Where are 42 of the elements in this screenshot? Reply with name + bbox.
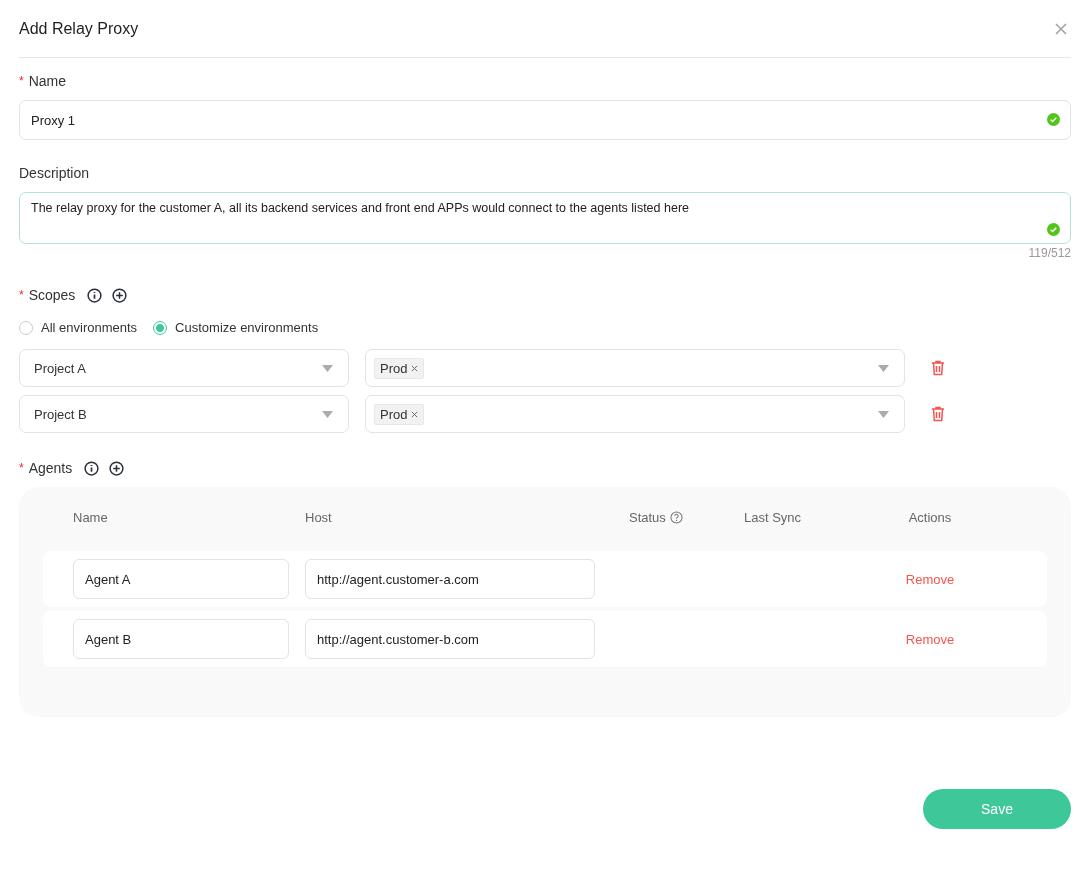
- caret-icon: [322, 364, 333, 372]
- description-textarea[interactable]: The relay proxy for the customer A, all its backend services and front end APPs would connect to the agents listed here: [19, 192, 1071, 244]
- column-header: Actions: [908, 509, 952, 525]
- environment-select[interactable]: Prod: [365, 395, 905, 433]
- tag-label: Prod: [380, 360, 408, 376]
- agent-name-input[interactable]: Agent B: [73, 619, 289, 659]
- column-header: Last Sync: [744, 509, 802, 525]
- info-icon[interactable]: [84, 460, 100, 476]
- caret-icon: [878, 364, 889, 372]
- trash-icon[interactable]: [931, 406, 945, 422]
- agent-name-input[interactable]: Agent A: [73, 559, 289, 599]
- add-circle-icon[interactable]: [109, 460, 125, 476]
- close-icon[interactable]: [1055, 22, 1067, 35]
- tag-label: Prod: [380, 406, 408, 422]
- radio-option[interactable]: Customize environments: [153, 320, 319, 335]
- project-select[interactable]: Project A: [19, 349, 349, 387]
- field-label: Description: [19, 165, 90, 181]
- dialog-title: Add Relay Proxy: [19, 19, 139, 38]
- column-header: Host: [305, 509, 332, 525]
- column-header: Status: [629, 509, 666, 525]
- field-label: Agents: [28, 460, 73, 476]
- required-mark: *: [19, 74, 24, 88]
- required-mark: *: [19, 288, 24, 302]
- close-icon[interactable]: [411, 364, 419, 372]
- trash-icon[interactable]: [931, 360, 945, 376]
- agent-host-input[interactable]: http://agent.customer-b.com: [305, 619, 595, 659]
- character-counter: 119/512: [1027, 246, 1071, 260]
- column-header: Name: [73, 509, 108, 525]
- help-icon[interactable]: [669, 510, 683, 524]
- radio-option[interactable]: All environments: [19, 320, 138, 335]
- project-select[interactable]: Project B: [19, 395, 349, 433]
- field-label: Name: [28, 73, 67, 89]
- environment-select[interactable]: Prod: [365, 349, 905, 387]
- agent-host-input[interactable]: http://agent.customer-a.com: [305, 559, 595, 599]
- close-icon[interactable]: [411, 410, 419, 418]
- add-circle-icon[interactable]: [112, 287, 128, 303]
- caret-icon: [878, 410, 889, 418]
- info-icon[interactable]: [87, 287, 103, 303]
- name-input[interactable]: Proxy 1: [19, 100, 1071, 140]
- field-label: Scopes: [28, 287, 76, 303]
- required-mark: *: [19, 461, 24, 475]
- caret-icon: [322, 410, 333, 418]
